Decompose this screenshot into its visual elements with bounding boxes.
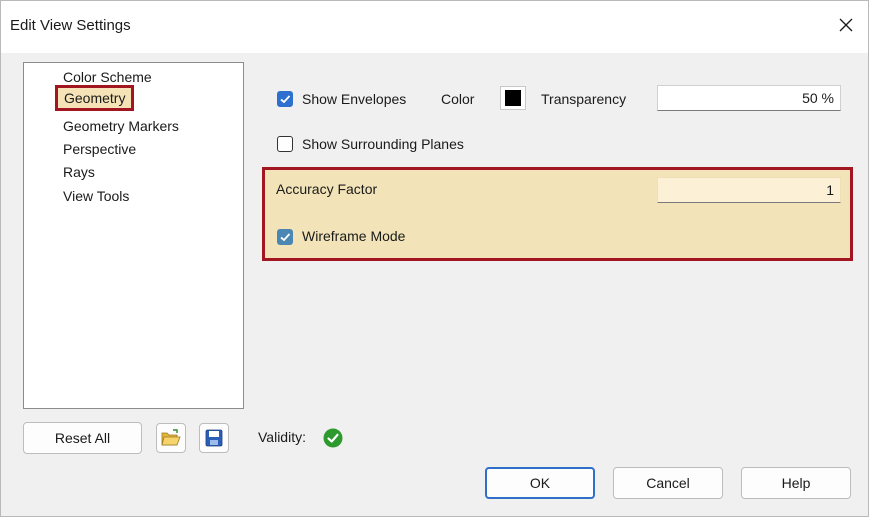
envelope-color-swatch[interactable] <box>500 86 526 110</box>
accuracy-factor-label: Accuracy Factor <box>276 181 378 197</box>
wireframe-mode-checkbox[interactable] <box>277 229 293 245</box>
tree-item-view-tools[interactable]: View Tools <box>63 188 129 205</box>
open-file-button[interactable] <box>156 423 186 453</box>
title-bar: Edit View Settings <box>1 1 868 53</box>
ok-button[interactable]: OK <box>485 467 595 499</box>
color-label: Color <box>441 91 475 107</box>
checkmark-icon <box>280 233 291 242</box>
tree-item-perspective[interactable]: Perspective <box>63 141 136 158</box>
show-surrounding-planes-label: Show Surrounding Planes <box>302 136 464 152</box>
close-button[interactable] <box>824 7 868 43</box>
tree-item-color-scheme[interactable]: Color Scheme <box>63 69 152 86</box>
show-envelopes-checkbox[interactable] <box>277 91 293 107</box>
validity-label: Validity: <box>258 429 306 445</box>
settings-category-tree[interactable]: Color Scheme Geometry Geometry Markers P… <box>23 62 244 409</box>
accuracy-factor-input[interactable]: 1 <box>657 177 841 203</box>
valid-check-icon <box>323 428 343 448</box>
wireframe-mode-label: Wireframe Mode <box>302 228 406 244</box>
tree-item-rays[interactable]: Rays <box>63 164 95 181</box>
close-icon <box>839 18 853 32</box>
cancel-button[interactable]: Cancel <box>613 467 723 499</box>
save-disk-icon <box>205 429 223 447</box>
reset-all-button[interactable]: Reset All <box>23 422 142 454</box>
tree-item-geometry-markers[interactable]: Geometry Markers <box>63 118 179 135</box>
transparency-input[interactable]: 50 % <box>657 85 841 111</box>
checkmark-icon <box>280 95 291 104</box>
folder-open-icon <box>161 429 181 446</box>
transparency-label: Transparency <box>541 91 627 107</box>
show-envelopes-label: Show Envelopes <box>302 91 407 107</box>
dialog-title: Edit View Settings <box>10 17 131 34</box>
show-surrounding-planes-checkbox[interactable] <box>277 136 293 152</box>
tree-item-geometry[interactable]: Geometry <box>55 85 135 111</box>
save-file-button[interactable] <box>199 423 229 453</box>
edit-view-settings-dialog: Edit View Settings Color Scheme Geometry… <box>0 0 869 517</box>
help-button[interactable]: Help <box>741 467 851 499</box>
